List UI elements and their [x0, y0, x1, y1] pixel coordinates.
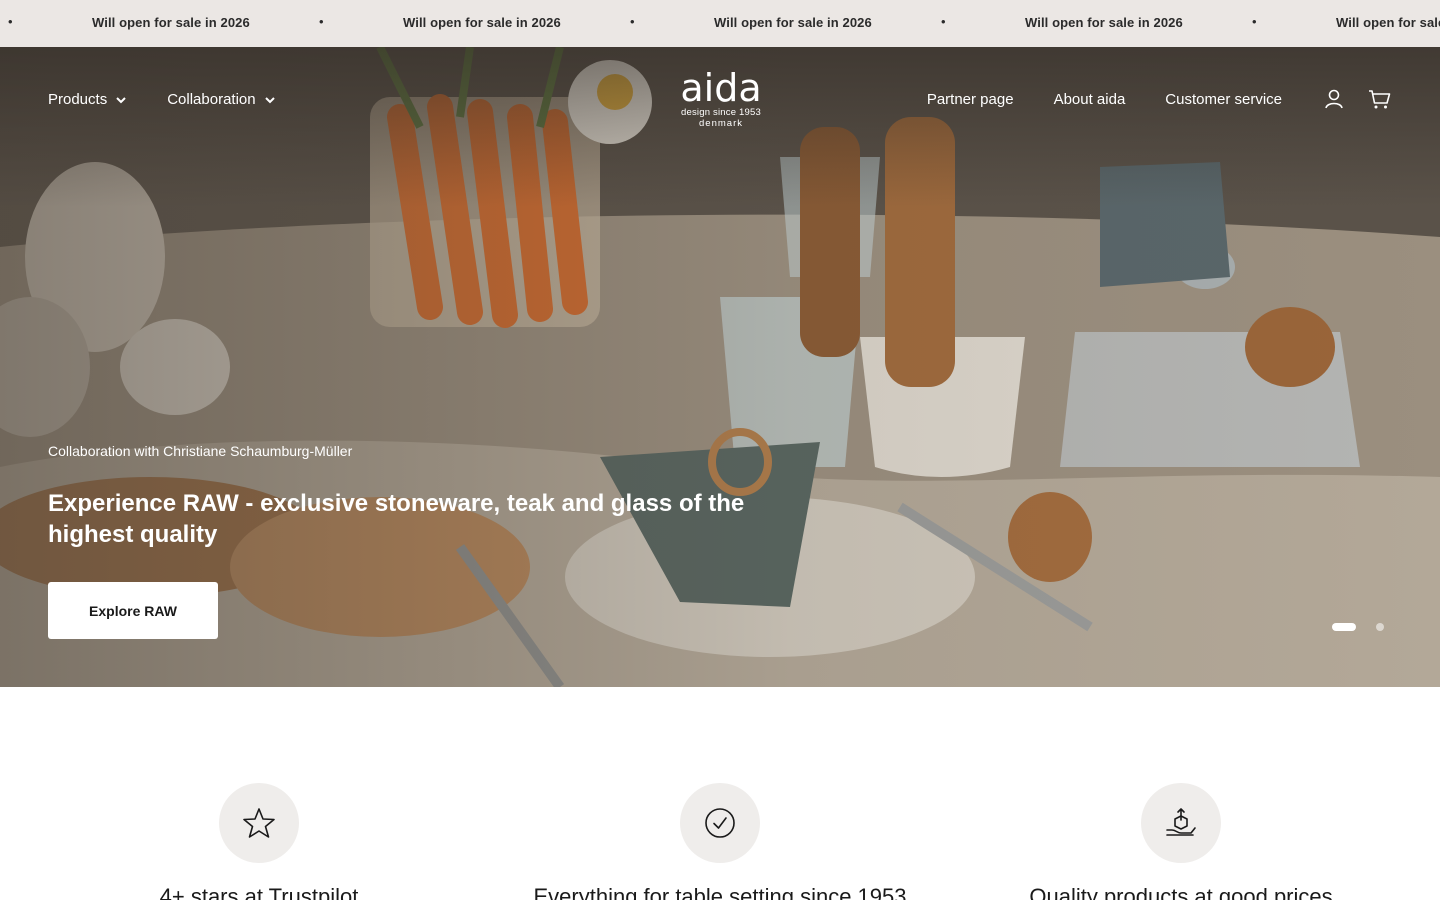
announcement-separator: •	[941, 14, 946, 29]
logo-country: denmark	[699, 118, 743, 129]
logo-wordmark: aida	[680, 66, 762, 110]
announcement-separator: •	[630, 14, 635, 29]
announcement-bar: • Will open for sale in 2026 • Will open…	[0, 0, 1440, 47]
chevron-down-icon	[264, 96, 275, 103]
announcement-separator: •	[1252, 14, 1257, 29]
nav-about-aida[interactable]: About aida	[1054, 91, 1126, 108]
account-button[interactable]	[1322, 87, 1346, 111]
box-hand-icon	[1166, 808, 1196, 836]
feature-icon-circle	[1141, 783, 1221, 863]
nav-partner-page[interactable]: Partner page	[927, 91, 1014, 108]
announcement-text: Will open for sale in 2026	[714, 15, 872, 30]
feature-table-setting: Everything for table setting since 1953	[500, 783, 940, 900]
feature-title: Everything for table setting since 1953	[533, 884, 907, 900]
announcement-text: Will open for sale in 2026	[403, 15, 561, 30]
main-nav-right: Partner page About aida Customer service	[927, 87, 1392, 111]
announcement-separator: •	[8, 14, 13, 29]
slide-dot-2[interactable]	[1376, 623, 1384, 631]
feature-title: 4+ stars at Trustpilot	[159, 884, 359, 900]
chevron-down-icon	[116, 96, 126, 103]
explore-raw-button[interactable]: Explore RAW	[48, 582, 218, 639]
feature-title: Quality products at good prices	[1029, 884, 1333, 900]
announcement-track: • Will open for sale in 2026 • Will open…	[0, 0, 1440, 47]
slide-indicators	[1332, 623, 1384, 631]
cart-button[interactable]	[1368, 87, 1392, 111]
logo-tagline: design since 1953	[681, 107, 761, 118]
nav-products[interactable]: Products	[48, 91, 127, 108]
nav-products-label: Products	[48, 91, 108, 108]
feature-icon-circle	[219, 783, 299, 863]
cart-icon	[1369, 90, 1391, 109]
check-circle-icon	[705, 808, 735, 838]
main-nav-left: Products Collaboration	[48, 91, 276, 108]
hero-section: Products Collaboration aida design since…	[0, 47, 1440, 687]
account-icon	[1325, 89, 1343, 109]
nav-collaboration-label: Collaboration	[167, 91, 256, 108]
nav-collaboration[interactable]: Collaboration	[167, 91, 275, 108]
hero-title: Experience RAW - exclusive stoneware, te…	[48, 490, 745, 548]
hero-eyebrow: Collaboration with Christiane Schaumburg…	[48, 443, 353, 459]
star-icon	[243, 808, 275, 838]
nav-customer-service[interactable]: Customer service	[1165, 91, 1282, 108]
announcement-separator: •	[319, 14, 324, 29]
announcement-text: Will open for sale in 2026	[1336, 15, 1440, 30]
logo[interactable]: aida design since 1953 denmark	[673, 69, 769, 129]
feature-icon-circle	[680, 783, 760, 863]
slide-dot-1[interactable]	[1332, 623, 1356, 631]
announcement-text: Will open for sale in 2026	[1025, 15, 1183, 30]
announcement-text: Will open for sale in 2026	[92, 15, 250, 30]
feature-trustpilot: 4+ stars at Trustpilot	[39, 783, 479, 900]
feature-quality: Quality products at good prices	[961, 783, 1401, 900]
